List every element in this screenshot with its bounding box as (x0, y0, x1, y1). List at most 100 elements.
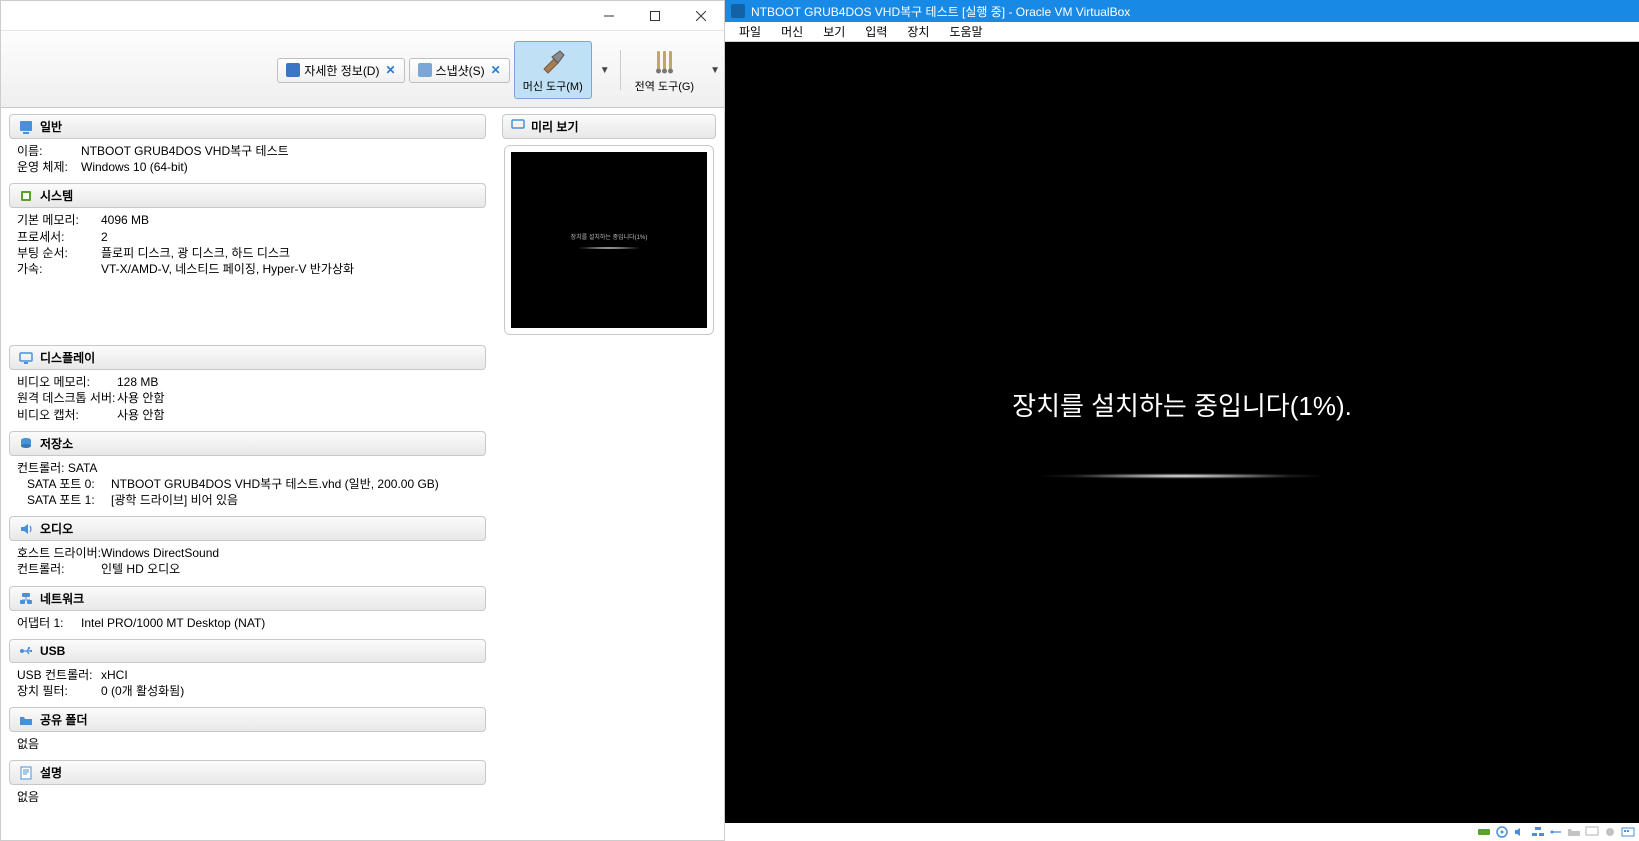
usbfilter-value: 0 (0개 활성화됨) (101, 683, 184, 699)
minimize-button[interactable] (586, 1, 632, 31)
description-icon (18, 765, 34, 781)
close-tab-icon[interactable]: ✕ (385, 63, 395, 77)
usbctrl-value: xHCI (101, 667, 128, 683)
vm-statusbar (725, 823, 1639, 841)
vm-window: NTBOOT GRUB4DOS VHD복구 테스트 [실행 중] - Oracl… (725, 0, 1639, 841)
chevron-down-icon[interactable]: ▼ (600, 65, 610, 76)
section-general-header[interactable]: 일반 (9, 114, 486, 139)
menu-file[interactable]: 파일 (729, 21, 771, 42)
section-title: 오디오 (40, 520, 73, 537)
port1-label: SATA 포트 1: (27, 492, 111, 508)
adapter-label: 어댑터 1: (17, 615, 81, 631)
boot-label: 부팅 순서: (17, 245, 101, 261)
general-icon (18, 119, 34, 135)
snapshot-tab-button[interactable]: 스냅샷(S) ✕ (409, 58, 510, 83)
section-usb-header[interactable]: USB (9, 639, 486, 663)
network-icon (18, 590, 34, 606)
audioctrl-value: 인텔 HD 오디오 (101, 561, 180, 577)
machine-tools-label: 머신 도구(M) (523, 78, 583, 94)
preview-thumbnail[interactable]: 장치를 설치하는 중입니다(1%) (504, 145, 714, 335)
shared-value: 없음 (17, 736, 482, 752)
accel-label: 가속: (17, 261, 101, 277)
hostkey-status-icon[interactable] (1621, 826, 1635, 838)
recording-status-icon[interactable] (1603, 826, 1617, 838)
cap-value: 사용 안함 (117, 407, 165, 423)
preview-icon (511, 118, 525, 135)
name-label: 이름: (17, 143, 81, 159)
os-label: 운영 체제: (17, 159, 81, 175)
manager-titlebar (1, 1, 724, 31)
details-column: 일반 이름:NTBOOT GRUB4DOS VHD복구 테스트 운영 체제: Wi… (5, 112, 490, 836)
section-display-header[interactable]: 디스플레이 (9, 345, 486, 370)
optical-status-icon[interactable] (1495, 826, 1509, 838)
system-icon (18, 188, 34, 204)
port1-value: [광학 드라이브] 비어 있음 (111, 492, 238, 508)
preview-text: 장치를 설치하는 중입니다(1%) (571, 232, 648, 241)
section-system-header[interactable]: 시스템 (9, 183, 486, 208)
preview-panel: 미리 보기 장치를 설치하는 중입니다(1%) (498, 112, 720, 836)
vbox-manager-window: 자세한 정보(D) ✕ 스냅샷(S) ✕ 머신 도구(M) ▼ 전역 도구( (0, 0, 725, 841)
storage-controller: 컨트롤러: SATA (17, 460, 482, 476)
hdd-status-icon[interactable] (1477, 826, 1491, 838)
details-tab-button[interactable]: 자세한 정보(D) ✕ (277, 58, 404, 83)
mem-value: 4096 MB (101, 212, 149, 228)
vm-glow (1042, 473, 1322, 479)
vbox-icon (731, 4, 745, 18)
display-icon (18, 350, 34, 366)
cpu-label: 프로세서: (17, 229, 101, 245)
port0-label: SATA 포트 0: (27, 476, 111, 492)
shared-status-icon[interactable] (1567, 826, 1581, 838)
manager-toolbar: 자세한 정보(D) ✕ 스냅샷(S) ✕ 머신 도구(M) ▼ 전역 도구( (1, 31, 724, 108)
menu-device[interactable]: 장치 (897, 21, 939, 42)
vm-screen[interactable]: 장치를 설치하는 중입니다(1%). (725, 42, 1639, 823)
name-value: NTBOOT GRUB4DOS VHD복구 테스트 (81, 143, 289, 159)
section-network-header[interactable]: 네트워크 (9, 586, 486, 611)
section-audio-header[interactable]: 오디오 (9, 516, 486, 541)
display-status-icon[interactable] (1585, 826, 1599, 838)
menu-view[interactable]: 보기 (813, 21, 855, 42)
menu-help[interactable]: 도움말 (939, 21, 992, 42)
vm-install-text: 장치를 설치하는 중입니다(1%). (1012, 386, 1352, 423)
section-title: 디스플레이 (40, 349, 95, 366)
section-desc-header[interactable]: 설명 (9, 760, 486, 785)
machine-tools-button[interactable]: 머신 도구(M) (514, 41, 592, 99)
preview-header[interactable]: 미리 보기 (502, 114, 716, 139)
vm-menubar: 파일 머신 보기 입력 장치 도움말 (725, 22, 1639, 42)
hammer-icon (537, 46, 569, 78)
network-status-icon[interactable] (1531, 826, 1545, 838)
cpu-value: 2 (101, 229, 108, 245)
folder-icon (18, 712, 34, 728)
section-title: 네트워크 (40, 590, 84, 607)
audio-icon (18, 521, 34, 537)
mem-label: 기본 메모리: (17, 212, 101, 228)
section-title: 공유 폴더 (40, 711, 88, 728)
rdp-label: 원격 데스크톱 서버: (17, 390, 117, 406)
vm-title: NTBOOT GRUB4DOS VHD복구 테스트 [실행 중] - Oracl… (751, 3, 1130, 20)
close-tab-icon[interactable]: ✕ (491, 63, 501, 77)
vmem-label: 비디오 메모리: (17, 374, 117, 390)
menu-machine[interactable]: 머신 (771, 21, 813, 42)
menu-input[interactable]: 입력 (855, 21, 897, 42)
accel-value: VT-X/AMD-V, 네스티드 페이징, Hyper-V 반가상화 (101, 261, 354, 277)
wrench-icon (648, 46, 680, 78)
adapter-value: Intel PRO/1000 MT Desktop (NAT) (81, 615, 265, 631)
audiohost-value: Windows DirectSound (101, 545, 219, 561)
usb-icon (18, 643, 34, 659)
maximize-button[interactable] (632, 1, 678, 31)
boot-value: 플로피 디스크, 광 디스크, 하드 디스크 (101, 245, 290, 261)
global-tools-button[interactable]: 전역 도구(G) (627, 42, 702, 98)
audioctrl-label: 컨트롤러: (17, 561, 101, 577)
audio-status-icon[interactable] (1513, 826, 1527, 838)
details-icon (286, 63, 300, 77)
details-label: 자세한 정보(D) (304, 62, 379, 79)
usb-status-icon[interactable] (1549, 826, 1563, 838)
section-shared-header[interactable]: 공유 폴더 (9, 707, 486, 732)
section-title: 시스템 (40, 187, 73, 204)
vm-titlebar: NTBOOT GRUB4DOS VHD복구 테스트 [실행 중] - Oracl… (725, 0, 1639, 22)
section-storage-header[interactable]: 저장소 (9, 431, 486, 456)
snapshot-icon (418, 63, 432, 77)
close-button[interactable] (678, 1, 724, 31)
section-title: USB (40, 644, 65, 658)
chevron-down-icon[interactable]: ▼ (710, 65, 720, 76)
vmem-value: 128 MB (117, 374, 158, 390)
